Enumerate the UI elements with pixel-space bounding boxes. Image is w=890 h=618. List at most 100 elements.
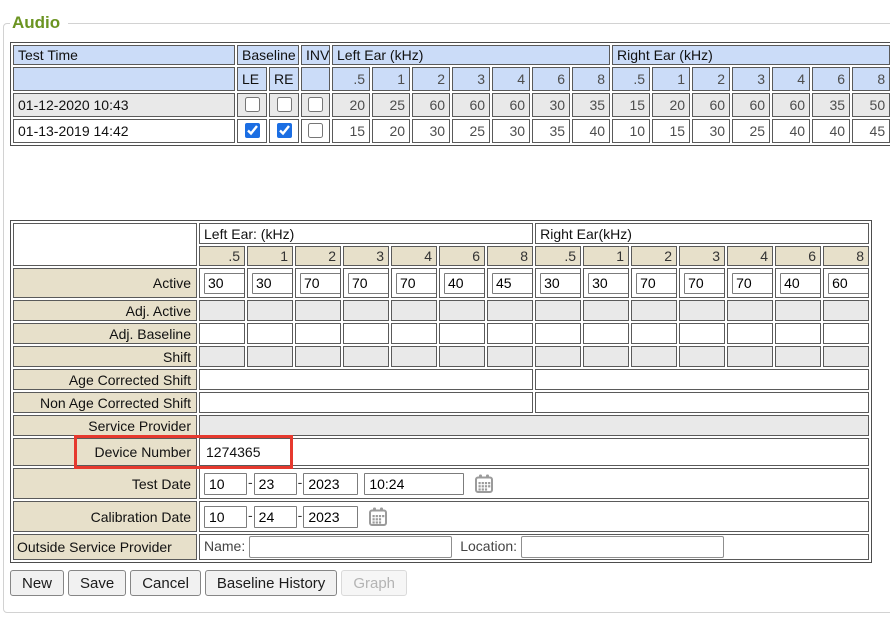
freq-header: 3	[679, 246, 725, 266]
re-baseline-checkbox[interactable]	[277, 97, 292, 112]
active-threshold-input[interactable]	[588, 273, 629, 294]
active-threshold-input[interactable]	[492, 273, 533, 294]
service-provider-value	[199, 415, 869, 436]
threshold-value: 40	[812, 119, 850, 143]
inv-checkbox[interactable]	[308, 123, 323, 138]
threshold-value: 35	[532, 119, 570, 143]
age-corrected-right	[535, 369, 869, 390]
inv-checkbox[interactable]	[308, 97, 323, 112]
active-threshold-input[interactable]	[204, 273, 245, 294]
test-history-table: Test Time Baseline INV Left Ear (kHz) Ri…	[10, 42, 890, 146]
right-ear-header: Right Ear(kHz)	[535, 223, 869, 244]
calibration-month-input[interactable]	[204, 506, 247, 528]
calibration-date-cell: --	[199, 501, 869, 532]
blank-header-cell	[13, 67, 235, 91]
threshold-value: 45	[852, 119, 890, 143]
active-threshold-input[interactable]	[684, 273, 725, 294]
row-label-test-date: Test Date	[13, 468, 197, 499]
age-corrected-left	[199, 369, 533, 390]
calendar-icon[interactable]	[474, 474, 494, 494]
freq-header: .5	[535, 246, 581, 266]
row-label-active: Active	[13, 268, 197, 298]
threshold-value: 20	[372, 119, 410, 143]
threshold-value: 60	[452, 93, 490, 117]
col-baseline: Baseline	[237, 45, 299, 65]
freq-header: 8	[487, 246, 533, 266]
save-button[interactable]: Save	[68, 570, 126, 596]
active-threshold-input[interactable]	[396, 273, 437, 294]
threshold-value: 60	[492, 93, 530, 117]
left-ear-header: Left Ear: (kHz)	[199, 223, 533, 244]
threshold-value: 20	[332, 93, 370, 117]
freq-header: 3	[732, 67, 770, 91]
threshold-value: 25	[732, 119, 770, 143]
outside-location-input[interactable]	[521, 536, 724, 558]
active-threshold-input[interactable]	[252, 273, 293, 294]
active-threshold-input[interactable]	[636, 273, 677, 294]
active-threshold-input[interactable]	[780, 273, 821, 294]
row-label-service-provider: Service Provider	[13, 415, 197, 436]
non-age-corrected-right	[535, 392, 869, 413]
re-baseline-checkbox[interactable]	[277, 123, 292, 138]
calendar-icon[interactable]	[368, 507, 388, 527]
freq-header: .5	[612, 67, 650, 91]
blank-inv-cell	[301, 67, 330, 91]
freq-header: 8	[852, 67, 890, 91]
le-baseline-checkbox[interactable]	[245, 123, 260, 138]
calibration-day-input[interactable]	[254, 506, 297, 528]
action-button-bar: New Save Cancel Baseline History Graph	[10, 570, 890, 596]
freq-header: 2	[412, 67, 450, 91]
freq-header: 4	[391, 246, 437, 266]
freq-header: 3	[343, 246, 389, 266]
freq-header: .5	[199, 246, 245, 266]
graph-button[interactable]: Graph	[341, 570, 407, 596]
freq-header: 2	[631, 246, 677, 266]
test-time-value: 01-12-2020 10:43	[13, 93, 235, 117]
col-right-ear: Right Ear (kHz)	[612, 45, 890, 65]
outside-name-input[interactable]	[249, 536, 452, 558]
threshold-value: 25	[452, 119, 490, 143]
row-label-calibration-date: Calibration Date	[13, 501, 197, 532]
col-inv: INV	[301, 45, 330, 65]
threshold-value: 35	[572, 93, 610, 117]
threshold-value: 30	[532, 93, 570, 117]
new-button[interactable]: New	[10, 570, 64, 596]
freq-header: 4	[492, 67, 530, 91]
row-label-outside-service-provider: Outside Service Provider	[13, 534, 197, 560]
active-threshold-input[interactable]	[444, 273, 485, 294]
freq-header: 4	[727, 246, 773, 266]
active-threshold-input[interactable]	[300, 273, 341, 294]
device-number-value: 1274365	[199, 438, 869, 466]
active-threshold-input[interactable]	[828, 273, 869, 294]
blank-label-header	[13, 223, 197, 266]
freq-header: 4	[772, 67, 810, 91]
freq-header: 6	[439, 246, 485, 266]
threshold-value: 60	[732, 93, 770, 117]
le-baseline-checkbox[interactable]	[245, 97, 260, 112]
active-threshold-input[interactable]	[348, 273, 389, 294]
threshold-value: 30	[492, 119, 530, 143]
test-date-month-input[interactable]	[204, 473, 247, 495]
threshold-value: 15	[612, 93, 650, 117]
threshold-value: 40	[772, 119, 810, 143]
test-time-input[interactable]	[364, 473, 464, 495]
baseline-history-button[interactable]: Baseline History	[205, 570, 337, 596]
threshold-value: 60	[772, 93, 810, 117]
freq-header: 2	[295, 246, 341, 266]
history-row: 01-12-2020 10:43 20 25 60 60 60 30 35 15…	[13, 93, 890, 117]
cancel-button[interactable]: Cancel	[130, 570, 201, 596]
freq-header: 1	[372, 67, 410, 91]
outside-service-provider-cell: Name:Location:	[199, 534, 869, 560]
threshold-value: 60	[412, 93, 450, 117]
test-date-year-input[interactable]	[303, 473, 358, 495]
freq-header: 8	[572, 67, 610, 91]
test-date-day-input[interactable]	[254, 473, 297, 495]
non-age-corrected-left	[199, 392, 533, 413]
threshold-value: 25	[372, 93, 410, 117]
page: Audio Test Time Baseline INV Left Ear (k…	[0, 0, 890, 618]
location-label: Location:	[460, 538, 517, 554]
active-threshold-input[interactable]	[540, 273, 581, 294]
calibration-year-input[interactable]	[303, 506, 358, 528]
active-threshold-input[interactable]	[732, 273, 773, 294]
row-label-adj-active: Adj. Active	[13, 300, 197, 321]
